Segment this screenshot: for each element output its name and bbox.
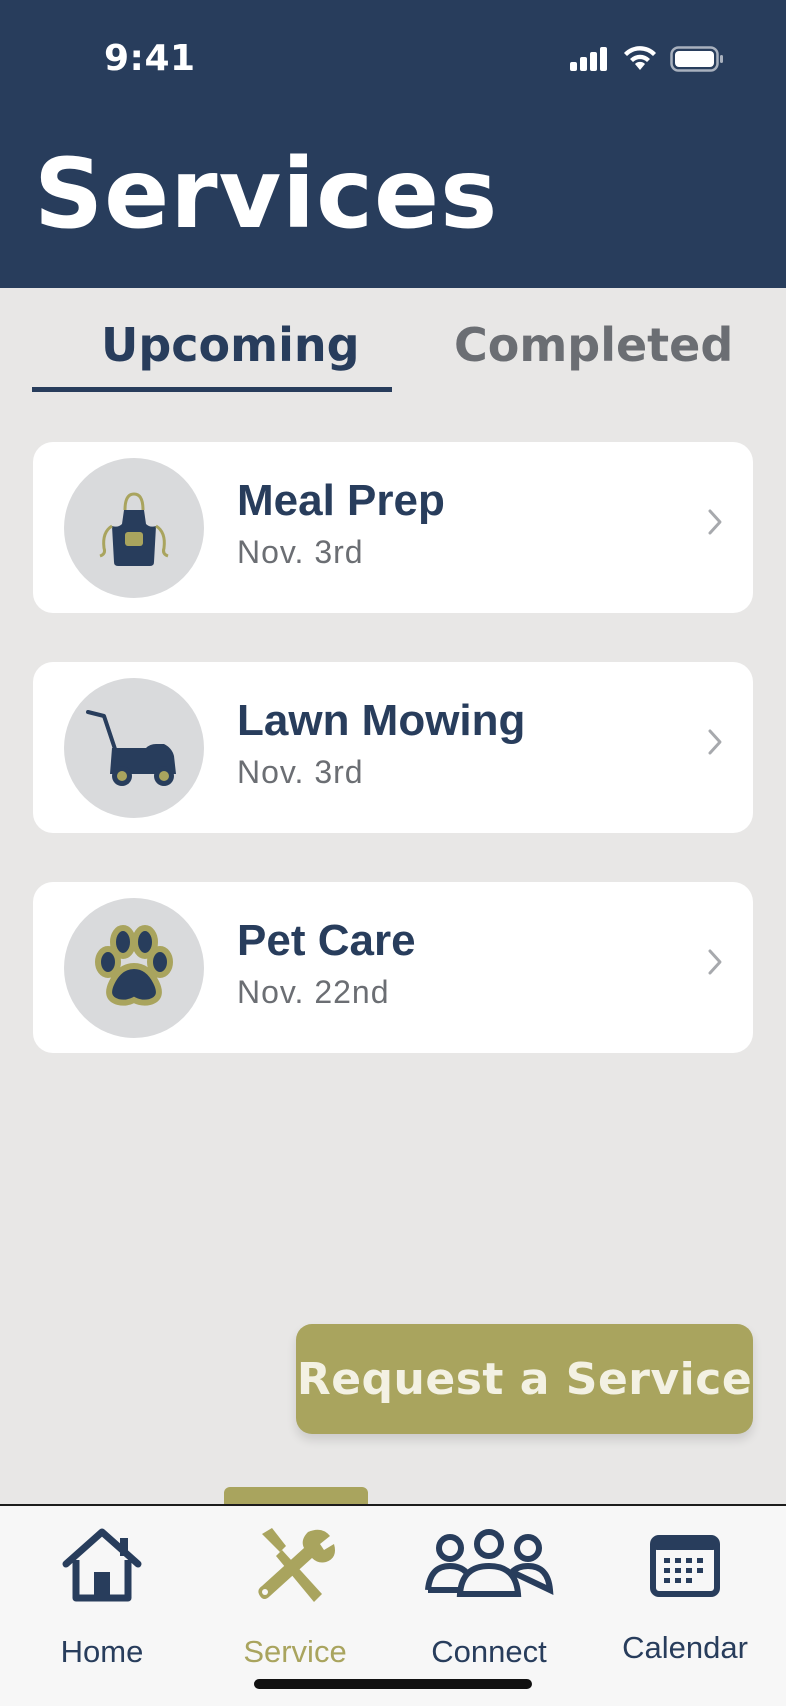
paw-icon (95, 925, 173, 1006)
page-title: Services (34, 138, 499, 250)
tabbar-item-calendar[interactable]: Calendar (590, 1506, 780, 1676)
tabbar-item-connect[interactable]: Connect (394, 1506, 584, 1676)
active-tab-indicator (224, 1487, 368, 1504)
service-name: Pet Care (237, 916, 416, 965)
service-card-lawn-mowing[interactable]: Lawn Mowing Nov. 3rd (33, 662, 753, 833)
service-date: Nov. 3rd (237, 754, 364, 790)
lawn-mower-icon (86, 710, 176, 786)
service-date: Nov. 3rd (237, 534, 364, 570)
chevron-right-icon (708, 729, 722, 755)
tabbar-label: Calendar (622, 1630, 748, 1665)
cellular-signal-icon (570, 47, 607, 71)
tabbar-item-home[interactable]: Home (7, 1506, 197, 1676)
battery-icon (670, 46, 723, 72)
service-icon-circle (64, 898, 204, 1038)
home-icon (62, 1528, 142, 1602)
service-date: Nov. 22nd (237, 974, 390, 1010)
tabbar-label: Service (243, 1634, 347, 1669)
chevron-right-icon (708, 949, 722, 975)
apron-icon (99, 492, 169, 566)
tabbar-label: Connect (431, 1634, 547, 1669)
status-icons (570, 42, 724, 76)
request-service-button[interactable]: Request a Service (296, 1324, 753, 1434)
tab-upcoming[interactable]: Upcoming (101, 318, 360, 372)
service-tabs: Upcoming Completed (32, 300, 754, 394)
people-icon (425, 1529, 554, 1597)
service-icon-circle (64, 678, 204, 818)
tab-selected-underline (32, 387, 392, 392)
chevron-right-icon (708, 509, 722, 535)
tab-completed[interactable]: Completed (454, 318, 733, 372)
service-card-meal-prep[interactable]: Meal Prep Nov. 3rd (33, 442, 753, 613)
service-name: Meal Prep (237, 476, 445, 525)
tabbar-label: Home (60, 1634, 144, 1669)
bottom-tab-bar: Home Service Connect Calendar (0, 1504, 786, 1706)
home-indicator (254, 1679, 532, 1689)
service-name: Lawn Mowing (237, 696, 526, 745)
header: 9:41 Services (0, 0, 786, 288)
tabbar-item-service[interactable]: Service (200, 1506, 390, 1676)
service-icon-circle (64, 458, 204, 598)
calendar-icon (650, 1535, 720, 1597)
status-time: 9:41 (104, 38, 196, 79)
wifi-icon (624, 46, 656, 70)
tools-icon (258, 1528, 335, 1602)
service-card-pet-care[interactable]: Pet Care Nov. 22nd (33, 882, 753, 1053)
